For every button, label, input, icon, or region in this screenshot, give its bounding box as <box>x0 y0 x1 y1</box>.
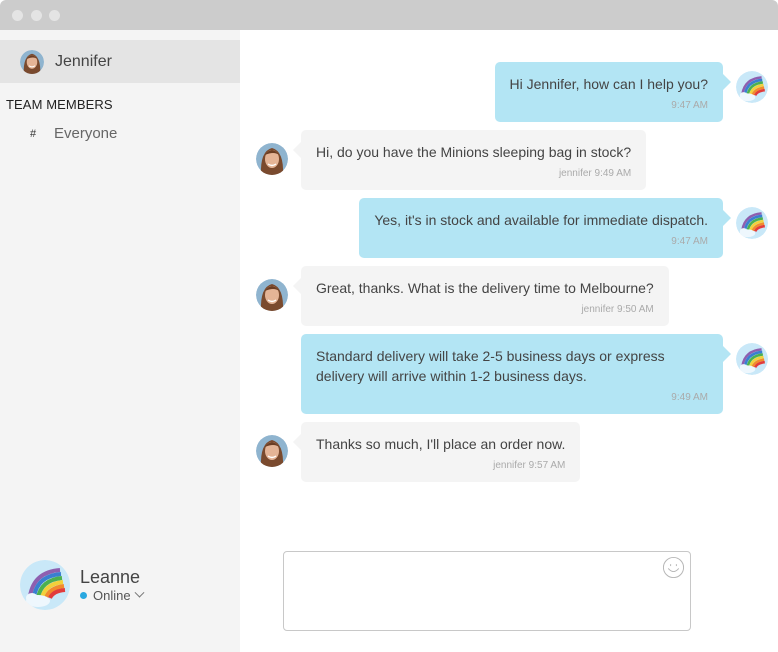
message-input[interactable] <box>284 552 690 630</box>
message-timestamp: jennifer 9:49 AM <box>558 168 632 179</box>
sidebar-active-chat-jennifer[interactable]: Jennifer <box>0 40 240 83</box>
message-incoming: Great, thanks. What is the delivery time… <box>256 266 669 326</box>
status-dropdown[interactable]: Online <box>80 587 145 603</box>
channel-everyone[interactable]: # Everyone <box>30 125 117 142</box>
message-bubble: Thanks so much, I'll place an order now.… <box>292 422 581 482</box>
current-user-name: Leanne <box>80 567 141 587</box>
jennifer-avatar <box>256 279 288 311</box>
message-text: Standard delivery will take 2-5 business… <box>316 348 665 384</box>
rainbow-avatar <box>736 207 768 239</box>
message-incoming: Hi, do you have the Minions sleeping bag… <box>256 130 647 190</box>
rainbow-avatar <box>736 71 768 103</box>
chat-panel: Hi Jennifer, how can I help you? 9:47 AM… <box>240 30 778 652</box>
current-user-panel: Leanne Online <box>20 560 145 610</box>
message-bubble: Great, thanks. What is the delivery time… <box>293 266 669 326</box>
sidebar: Jennifer TEAM MEMBERS # Everyone Leanne … <box>0 30 240 652</box>
message-timestamp: 9:47 AM <box>671 236 708 247</box>
hash-icon: # <box>30 127 37 140</box>
message-bubble: Standard delivery will take 2-5 business… <box>301 334 731 414</box>
status-label: Online <box>93 588 131 603</box>
message-composer <box>283 551 691 631</box>
smiley-icon[interactable] <box>662 556 685 579</box>
channel-label: Everyone <box>54 125 118 142</box>
rainbow-avatar <box>20 560 70 610</box>
message-incoming: Thanks so much, I'll place an order now.… <box>256 422 581 482</box>
message-text: Yes, it's in stock and available for imm… <box>374 212 708 228</box>
message-bubble: Yes, it's in stock and available for imm… <box>359 198 731 258</box>
message-timestamp: jennifer 9:50 AM <box>581 304 654 315</box>
rainbow-avatar <box>736 343 768 375</box>
window-close-button[interactable] <box>12 10 23 21</box>
online-status-dot-icon <box>80 592 87 599</box>
jennifer-avatar <box>256 435 288 467</box>
message-timestamp: jennifer 9:57 AM <box>493 460 566 471</box>
message-outgoing: Hi Jennifer, how can I help you? 9:47 AM <box>494 62 768 122</box>
jennifer-avatar <box>256 143 288 175</box>
window-maximize-button[interactable] <box>49 10 60 21</box>
message-outgoing: Standard delivery will take 2-5 business… <box>301 334 768 414</box>
message-text: Hi, do you have the Minions sleeping bag… <box>316 144 632 160</box>
message-timestamp: 9:49 AM <box>671 392 708 403</box>
message-bubble: Hi, do you have the Minions sleeping bag… <box>292 130 647 190</box>
chevron-down-icon <box>134 587 145 598</box>
message-text: Great, thanks. What is the delivery time… <box>316 280 654 296</box>
message-timestamp: 9:47 AM <box>671 100 708 111</box>
message-outgoing: Yes, it's in stock and available for imm… <box>359 198 768 258</box>
window-minimize-button[interactable] <box>31 10 42 21</box>
window-titlebar <box>0 0 778 30</box>
message-text: Hi Jennifer, how can I help you? <box>509 76 708 92</box>
active-chat-name: Jennifer <box>55 52 112 70</box>
message-text: Thanks so much, I'll place an order now. <box>316 436 566 452</box>
team-members-heading: TEAM MEMBERS <box>6 97 113 112</box>
message-bubble: Hi Jennifer, how can I help you? 9:47 AM <box>494 62 732 122</box>
jennifer-avatar <box>20 50 44 74</box>
